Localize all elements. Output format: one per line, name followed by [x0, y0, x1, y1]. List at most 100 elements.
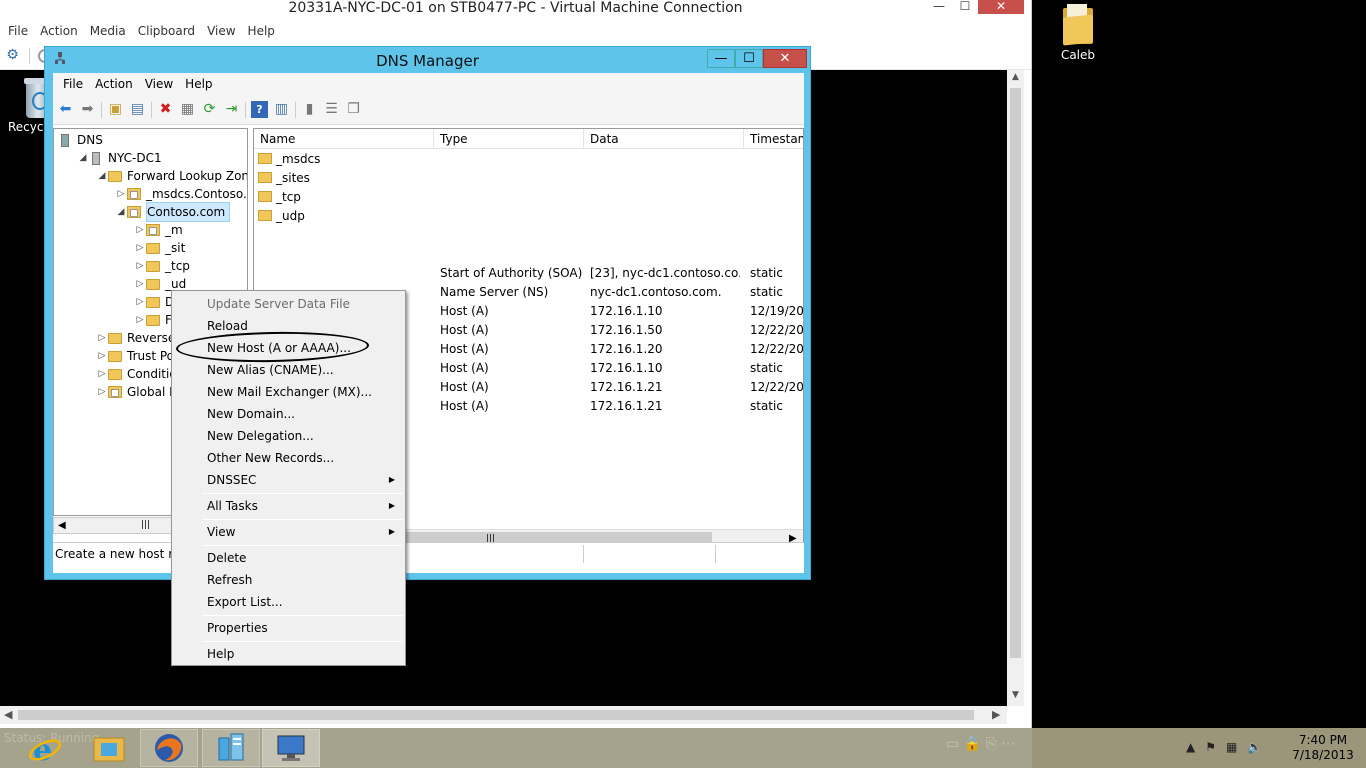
- record-details-icon[interactable]: ❐: [345, 101, 362, 118]
- tree-node[interactable]: ▷ _tcp: [134, 257, 190, 275]
- tree-node[interactable]: ▷ _msdcs.Contoso.com: [115, 185, 247, 203]
- properties-icon[interactable]: ▦: [179, 101, 196, 118]
- scroll-thumb[interactable]: [18, 710, 974, 720]
- action-center-flag-icon[interactable]: ⚑: [1205, 740, 1216, 754]
- menu-item-all-tasks[interactable]: All Tasks ▶: [173, 495, 405, 517]
- menu-item-view[interactable]: View ▶: [173, 521, 405, 543]
- list-item[interactable]: Start of Authority (SOA) [23], nyc-dc1.co…: [254, 264, 803, 283]
- scroll-right-icon[interactable]: ▶: [992, 706, 1000, 724]
- list-item[interactable]: _udp: [254, 207, 803, 226]
- tree-node[interactable]: ◢ Contoso.com: [115, 202, 231, 222]
- scroll-down-icon[interactable]: ▼: [1007, 690, 1024, 700]
- menu-item-dnssec[interactable]: DNSSEC ▶: [173, 469, 405, 491]
- vm-menu-action[interactable]: Action: [34, 20, 84, 42]
- up-folder-icon[interactable]: ▣: [107, 101, 124, 118]
- column-type[interactable]: Type: [434, 129, 584, 149]
- collapse-arrow-icon[interactable]: ◢: [115, 203, 127, 221]
- forward-icon[interactable]: ➡: [79, 101, 96, 118]
- menu-item-new-mail-exchanger-mx[interactable]: New Mail Exchanger (MX)...: [173, 381, 405, 403]
- menu-item-help[interactable]: Help: [173, 643, 405, 665]
- dns-menu-file[interactable]: File: [57, 73, 89, 95]
- tree-node[interactable]: ▷ _sit: [134, 239, 186, 257]
- scroll-left-icon[interactable]: ◀: [4, 706, 12, 724]
- taskbar-clock[interactable]: 7:40 PM 7/18/2013: [1286, 733, 1360, 763]
- expand-arrow-icon[interactable]: ▷: [96, 329, 108, 347]
- dns-menu-view[interactable]: View: [139, 73, 179, 95]
- dns-maximize-button[interactable]: ☐: [735, 49, 763, 68]
- show-hide-tree-icon[interactable]: ▤: [129, 101, 146, 118]
- volume-icon[interactable]: 🔈: [1247, 740, 1262, 754]
- vm-menu-file[interactable]: File: [2, 20, 34, 42]
- delete-icon[interactable]: ✖: [157, 101, 174, 118]
- tree-node[interactable]: ◢ NYC-DC1: [77, 149, 162, 167]
- column-data[interactable]: Data: [584, 129, 744, 149]
- list-item[interactable]: _sites: [254, 169, 803, 188]
- action-pane-icon[interactable]: ▥: [273, 101, 290, 118]
- menu-item-export-list[interactable]: Export List...: [173, 591, 405, 613]
- vm-horizontal-scrollbar[interactable]: ◀ ▶: [0, 706, 1007, 724]
- menu-item-new-domain[interactable]: New Domain...: [173, 403, 405, 425]
- dns-manager-taskbar-button[interactable]: [262, 729, 320, 767]
- export-icon[interactable]: ⇥: [223, 101, 240, 118]
- expand-arrow-icon[interactable]: ▷: [96, 383, 108, 401]
- refresh-icon[interactable]: ⟳: [201, 101, 218, 118]
- menu-item-properties[interactable]: Properties: [173, 617, 405, 639]
- tree-node[interactable]: DNS: [58, 131, 103, 149]
- expand-arrow-icon[interactable]: ▷: [134, 293, 146, 311]
- server-manager-button[interactable]: [202, 729, 260, 767]
- list-item[interactable]: [254, 245, 803, 264]
- expand-arrow-icon[interactable]: ▷: [134, 221, 146, 239]
- dns-menu-action[interactable]: Action: [89, 73, 139, 95]
- list-item[interactable]: _msdcs: [254, 150, 803, 169]
- vm-menu-view[interactable]: View: [201, 20, 241, 42]
- vm-menu-help[interactable]: Help: [242, 20, 281, 42]
- host-folder-caleb[interactable]: Caleb: [1050, 4, 1106, 62]
- menu-item-delete[interactable]: Delete: [173, 547, 405, 569]
- menu-item-new-alias-cname[interactable]: New Alias (CNAME)...: [173, 359, 405, 381]
- menu-item-new-host-a-or-aaaa[interactable]: New Host (A or AAAA)...: [173, 337, 405, 359]
- back-icon[interactable]: ⬅: [57, 101, 74, 118]
- host-desktop: [1032, 0, 1366, 728]
- collapse-arrow-icon[interactable]: ◢: [96, 167, 108, 185]
- column-timestamp[interactable]: Timestam: [744, 129, 803, 149]
- network-icon[interactable]: ▦: [1226, 740, 1237, 754]
- menu-item-reload[interactable]: Reload: [173, 315, 405, 337]
- expand-arrow-icon[interactable]: ▷: [96, 365, 108, 383]
- dns-minimize-button[interactable]: —: [707, 49, 735, 68]
- expand-arrow-icon[interactable]: ▷: [134, 257, 146, 275]
- expand-arrow-icon[interactable]: ▷: [96, 347, 108, 365]
- expand-arrow-icon[interactable]: ▷: [134, 239, 146, 257]
- firefox-button[interactable]: [140, 729, 198, 767]
- scroll-thumb[interactable]: [1010, 88, 1021, 658]
- menu-item-other-new-records[interactable]: Other New Records...: [173, 447, 405, 469]
- vm-menu-media[interactable]: Media: [84, 20, 132, 42]
- file-explorer-button[interactable]: [80, 729, 138, 767]
- internet-explorer-button[interactable]: e: [16, 729, 74, 767]
- vm-maximize-button[interactable]: ☐: [952, 0, 978, 14]
- expand-arrow-icon[interactable]: ▷: [134, 311, 146, 329]
- collapse-arrow-icon[interactable]: ◢: [77, 149, 89, 167]
- show-hidden-icons-icon[interactable]: ▲: [1186, 740, 1195, 754]
- list-item[interactable]: _tcp: [254, 188, 803, 207]
- ctrl-alt-del-icon[interactable]: ⚙: [4, 47, 21, 64]
- expand-arrow-icon[interactable]: ▷: [134, 275, 146, 293]
- tree-node[interactable]: ◢ Forward Lookup Zones: [96, 167, 247, 185]
- list-item[interactable]: [254, 226, 803, 245]
- menu-item-new-delegation[interactable]: New Delegation...: [173, 425, 405, 447]
- tree-node[interactable]: ▷ _m: [134, 221, 183, 239]
- scroll-left-icon[interactable]: ◀: [58, 518, 66, 533]
- dns-close-button[interactable]: ✕: [763, 49, 807, 68]
- record-name: _tcp: [276, 190, 301, 204]
- help-icon[interactable]: ?: [251, 101, 268, 118]
- vm-close-button[interactable]: ✕: [978, 0, 1024, 14]
- vm-menu-clipboard[interactable]: Clipboard: [132, 20, 201, 42]
- expand-arrow-icon[interactable]: ▷: [115, 185, 127, 203]
- column-name[interactable]: Name: [254, 129, 434, 149]
- menu-item-refresh[interactable]: Refresh: [173, 569, 405, 591]
- server-icon[interactable]: ▮: [301, 101, 318, 118]
- dns-menu-help[interactable]: Help: [179, 73, 218, 95]
- scroll-up-icon[interactable]: ▲: [1007, 72, 1024, 82]
- record-list-icon[interactable]: ☰: [323, 101, 340, 118]
- vm-vertical-scrollbar[interactable]: ▲ ▼: [1007, 70, 1024, 706]
- vm-minimize-button[interactable]: —: [926, 0, 952, 14]
